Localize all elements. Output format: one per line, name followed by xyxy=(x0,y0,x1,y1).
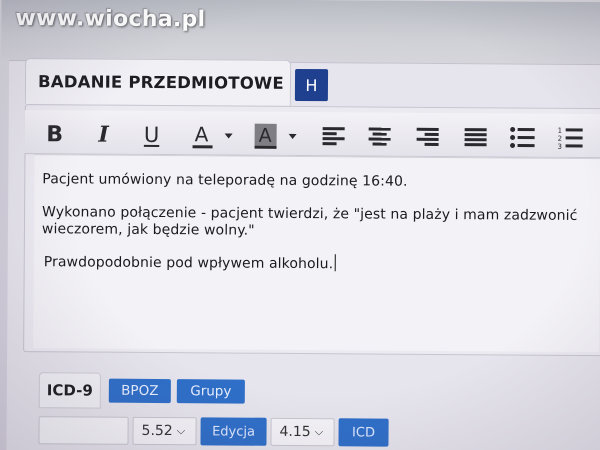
font-color-letter: A xyxy=(195,122,209,146)
bold-icon[interactable]: B xyxy=(41,119,69,149)
italic-icon[interactable]: I xyxy=(90,120,118,150)
history-button[interactable]: H xyxy=(294,68,329,102)
icd-button[interactable]: ICD xyxy=(338,418,389,447)
chevron-down-icon xyxy=(288,133,297,139)
font-color-icon[interactable]: A xyxy=(191,120,237,150)
screen: www.wiocha.pl BADANIE PRZEDMIOTOWE H B I… xyxy=(0,0,600,450)
select-2[interactable]: 4.15 ⌵ xyxy=(270,417,335,447)
watermark: www.wiocha.pl xyxy=(15,6,206,33)
select-1[interactable]: 5.52 ⌵ xyxy=(132,416,197,446)
svg-text:2: 2 xyxy=(558,135,563,143)
bullet-list-icon[interactable] xyxy=(507,122,539,152)
editor-paragraph-2-line-2: wieczorem, jak będzie wolny." xyxy=(41,221,255,239)
numbered-list-icon[interactable]: 123 xyxy=(555,123,587,153)
align-center-icon[interactable] xyxy=(365,121,395,151)
select-1-value: 5.52 xyxy=(141,422,173,440)
section-title: BADANIE PRZEDMIOTOWE xyxy=(37,72,284,93)
chevron-down-icon xyxy=(224,133,233,139)
bpoz-button[interactable]: BPOZ xyxy=(108,378,171,404)
select-2-value: 4.15 xyxy=(279,423,311,441)
svg-text:1: 1 xyxy=(558,127,563,135)
icd9-tab[interactable]: ICD-9 xyxy=(38,372,101,409)
chevron-down-icon: ⌵ xyxy=(314,425,324,439)
edit-button[interactable]: Edycja xyxy=(200,417,267,446)
align-left-icon[interactable] xyxy=(319,121,349,151)
align-right-icon[interactable] xyxy=(413,122,443,152)
underline-icon[interactable]: U xyxy=(138,120,166,150)
svg-text:3: 3 xyxy=(558,143,563,150)
grupy-button[interactable]: Grupy xyxy=(176,379,245,404)
icd-code-input[interactable] xyxy=(38,416,129,445)
justify-icon[interactable] xyxy=(461,122,491,152)
bg-color-letter: A xyxy=(259,125,272,147)
editor-paragraph-3-wrap: Prawdopodobnie pod wpływem alkoholu. xyxy=(44,252,336,272)
editor-paragraph-1: Pacjent umówiony na teleporadę na godzin… xyxy=(42,171,408,190)
background-color-icon[interactable]: A xyxy=(253,121,301,151)
section-tab[interactable]: BADANIE PRZEDMIOTOWE xyxy=(24,58,292,106)
text-cursor xyxy=(334,254,336,272)
chevron-down-icon: ⌵ xyxy=(176,424,186,438)
editor-paragraph-3: Prawdopodobnie pod wpływem alkoholu. xyxy=(43,254,334,273)
